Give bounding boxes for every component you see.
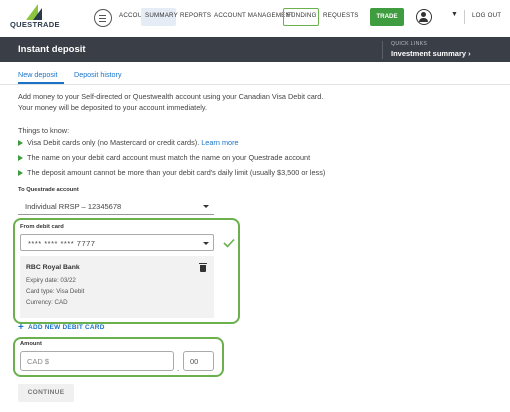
logo-mark-icon: [26, 4, 42, 20]
things-item-1-text: Visa Debit cards only (no Mastercard or …: [27, 138, 200, 147]
chevron-down-icon: [203, 205, 209, 208]
from-card-label: From debit card: [20, 224, 64, 230]
intro-line-1: Add money to your Self-directed or Quest…: [18, 92, 324, 101]
card-currency: Currency: CAD: [26, 299, 68, 306]
card-bank-name: RBC Royal Bank: [26, 264, 80, 271]
continue-button[interactable]: CONTINUE: [18, 384, 74, 402]
trade-button[interactable]: TRADE: [370, 8, 404, 26]
learn-more-link[interactable]: Learn more: [201, 138, 238, 147]
logo-text: QUESTRADE: [10, 20, 60, 29]
to-account-select[interactable]: Individual RRSP – 12345678: [18, 198, 214, 215]
nav-reports[interactable]: REPORTS: [180, 12, 211, 19]
amount-cents-value: 00: [190, 357, 199, 366]
add-new-debit-card-label: ADD NEW DEBIT CARD: [28, 324, 105, 331]
things-item-3: The deposit amount cannot be more than y…: [27, 168, 326, 177]
intro-line-2: Your money will be deposited to your acc…: [18, 103, 208, 112]
from-card-value: **** **** **** 7777: [28, 239, 96, 248]
logout-link[interactable]: LOG OUT: [472, 12, 501, 19]
things-heading: Things to know:: [18, 126, 70, 135]
top-navigation: QUESTRADE ACCOUNTS SUMMARY REPORTS ACCOU…: [0, 0, 510, 35]
nav-requests[interactable]: REQUESTS: [323, 12, 359, 19]
nav-separator: [464, 10, 465, 24]
page-title: Instant deposit: [18, 44, 86, 55]
checkmark-icon: [223, 238, 235, 248]
header-divider: [382, 41, 383, 59]
amount-label: Amount: [20, 341, 42, 347]
card-details-panel: RBC Royal Bank Expiry date: 03/22 Card t…: [20, 256, 214, 318]
to-account-value: Individual RRSP – 12345678: [25, 202, 122, 211]
nav-funding[interactable]: FUNDING: [287, 12, 317, 19]
bullet-arrow-icon: [18, 140, 23, 146]
things-item-1: Visa Debit cards only (no Mastercard or …: [27, 138, 239, 147]
page-header: Instant deposit QUICK LINKS Investment s…: [0, 37, 510, 62]
to-account-label: To Questrade account: [18, 187, 79, 193]
investment-summary-link[interactable]: Investment summary ›: [391, 49, 471, 58]
chevron-down-icon: [203, 242, 209, 245]
amount-dollars-placeholder: CAD $: [27, 357, 50, 366]
tab-deposit-history[interactable]: Deposit history: [74, 70, 122, 79]
amount-dollars-input[interactable]: CAD $: [20, 351, 174, 371]
things-item-2: The name on your debit card account must…: [27, 153, 311, 162]
add-new-debit-card-link[interactable]: + ADD NEW DEBIT CARD: [18, 322, 105, 333]
amount-cents-input[interactable]: 00: [183, 351, 214, 371]
questrade-logo[interactable]: QUESTRADE: [10, 2, 60, 32]
trash-icon[interactable]: [199, 263, 207, 272]
plus-icon: +: [18, 322, 25, 333]
bullet-arrow-icon: [18, 170, 23, 176]
user-profile-icon[interactable]: [416, 9, 432, 25]
chevron-down-icon[interactable]: ▼: [451, 11, 458, 18]
card-type: Card type: Visa Debit: [26, 288, 85, 295]
hamburger-menu-icon[interactable]: [94, 9, 112, 27]
card-expiry: Expiry date: 03/22: [26, 277, 76, 284]
quick-links-label: QUICK LINKS: [391, 41, 428, 47]
amount-decimal-separator: .: [177, 364, 180, 373]
tabs-divider: [0, 84, 510, 85]
tab-new-deposit[interactable]: New deposit: [18, 70, 58, 79]
nav-summary[interactable]: SUMMARY: [145, 12, 178, 19]
bullet-arrow-icon: [18, 155, 23, 161]
from-card-select[interactable]: **** **** **** 7777: [20, 234, 214, 251]
